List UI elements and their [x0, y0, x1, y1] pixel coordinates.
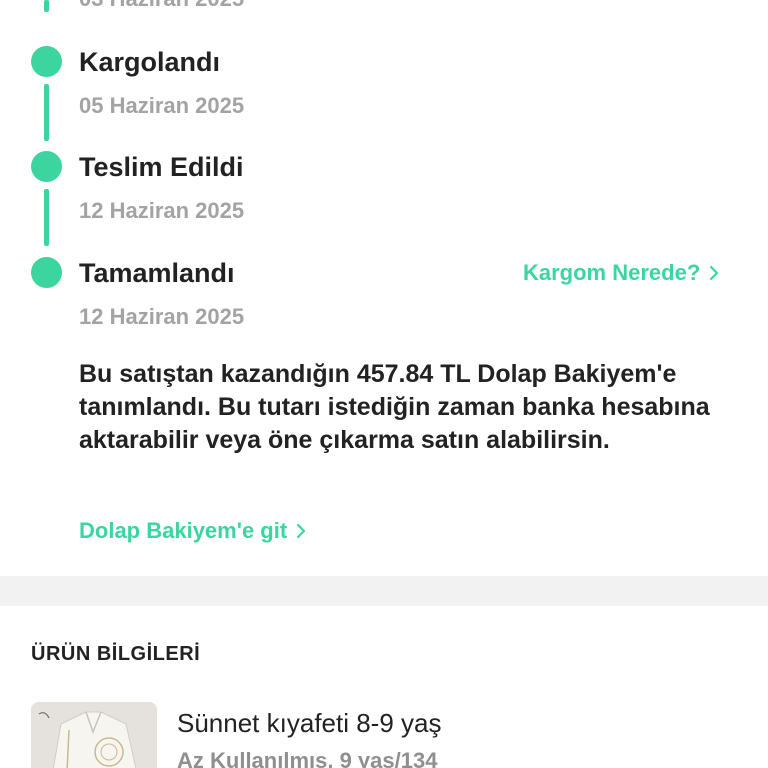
chevron-right-icon	[710, 265, 719, 281]
timeline-title-shipped: Kargolandı	[79, 47, 221, 77]
go-to-balance-label: Dolap Bakiyem'e git	[79, 518, 288, 543]
timeline-connector	[44, 189, 49, 246]
timeline-date-shipped: 05 Haziran 2025	[79, 93, 245, 118]
timeline-date-created: 03 Haziran 2025	[79, 0, 244, 12]
track-shipment-label: Kargom Nerede?	[523, 260, 701, 285]
timeline-title-delivered: Teslim Edildi	[79, 152, 244, 182]
timeline-title-completed: Tamamlandı	[79, 258, 235, 288]
timeline-dot-shipped	[31, 46, 62, 77]
go-to-balance-link[interactable]: Dolap Bakiyem'e git	[79, 515, 307, 547]
timeline-date-delivered: 12 Haziran 2025	[79, 198, 245, 223]
product-item[interactable]: Sünnet kıyafeti 8-9 yaş Az Kullanılmış, …	[0, 702, 768, 768]
track-shipment-link[interactable]: Kargom Nerede?	[523, 257, 720, 289]
product-condition-size: Az Kullanılmış, 9 yaş/134	[177, 748, 438, 768]
product-image	[31, 702, 157, 768]
product-thumbnail	[31, 702, 157, 768]
order-status-timeline: 03 Haziran 2025 Kargolandı 05 Haziran 20…	[0, 0, 768, 350]
balance-info-text: Bu satıştan kazandığın 457.84 TL Dolap B…	[79, 360, 710, 454]
timeline-dot-delivered	[31, 151, 62, 182]
order-detail-screen: 03 Haziran 2025 Kargolandı 05 Haziran 20…	[0, 0, 768, 768]
timeline-dot-completed	[31, 257, 62, 288]
section-divider	[0, 576, 768, 606]
product-name: Sünnet kıyafeti 8-9 yaş	[177, 708, 442, 738]
timeline-connector	[44, 84, 49, 141]
timeline-date-completed: 12 Haziran 2025	[79, 304, 245, 329]
timeline-connector	[44, 0, 49, 12]
chevron-right-icon	[297, 523, 306, 539]
product-info-heading: ÜRÜN BİLGİLERİ	[31, 643, 201, 665]
